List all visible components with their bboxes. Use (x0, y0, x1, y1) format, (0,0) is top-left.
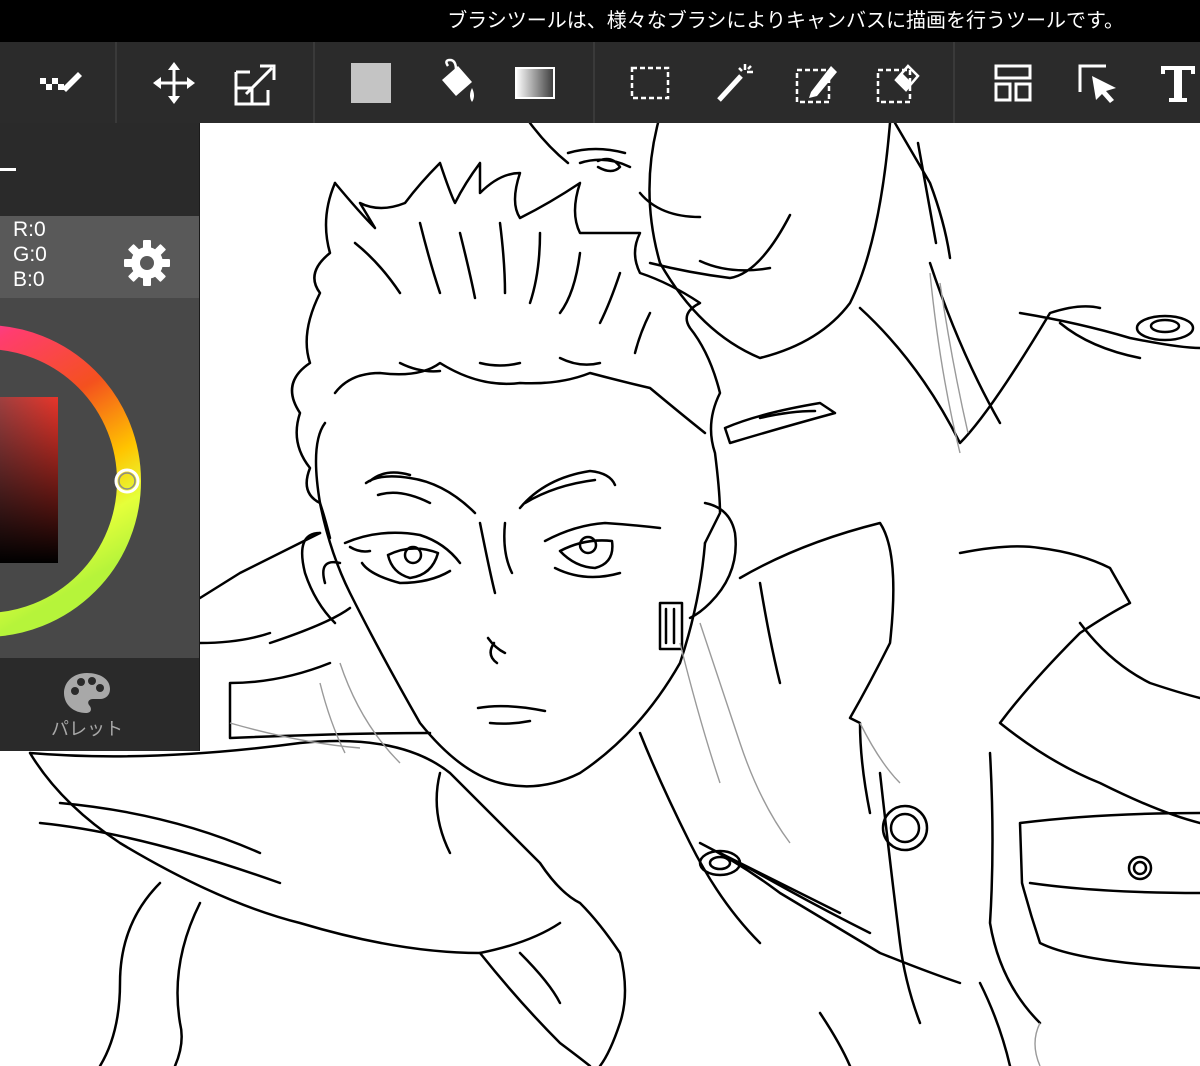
cursor-select-icon (1078, 64, 1116, 103)
tool-tip-text: ブラシツールは、様々なブラシによりキャンバスに描画を行うツールです。 (447, 8, 1124, 32)
select-eraser-tool-button[interactable] (869, 55, 925, 111)
magic-wand-tool-button[interactable] (706, 55, 762, 111)
toolbar-separator (313, 42, 315, 123)
palette-icon (64, 673, 110, 713)
text-tool-button[interactable] (1150, 55, 1200, 111)
palette-label: パレット (51, 719, 123, 740)
move-arrows-icon (153, 62, 195, 104)
select-pen-tool-button[interactable] (788, 55, 844, 111)
main-toolbar (0, 42, 1200, 123)
green-value: G:0 (13, 243, 47, 266)
text-t-icon (1161, 66, 1195, 102)
fill-color-swatch-button[interactable] (343, 55, 399, 111)
red-value: R:0 (13, 218, 46, 241)
gradient-tool-button[interactable] (507, 55, 563, 111)
frame-layout-icon (994, 64, 1032, 102)
marquee-select-icon (630, 66, 670, 100)
brush-stroke-icon (40, 72, 82, 92)
paint-bucket-icon (442, 58, 474, 102)
select-rect-tool-button[interactable] (622, 55, 678, 111)
color-panel-header (0, 123, 199, 216)
palette-tab[interactable]: パレット (0, 658, 199, 751)
rgb-readout: R:0 G:0 B:0 (0, 216, 199, 298)
panel-collapse-handle[interactable] (0, 168, 16, 171)
color-panel: R:0 G:0 B:0 パレット (0, 123, 200, 751)
gradient-icon (515, 67, 555, 99)
selection-eraser-icon (876, 64, 920, 104)
transform-tool-button[interactable] (227, 55, 283, 111)
color-swatch-icon (351, 63, 391, 103)
gear-icon[interactable] (122, 238, 172, 288)
blue-value: B:0 (13, 268, 45, 291)
toolbar-separator (953, 42, 955, 123)
selection-pen-icon (795, 66, 837, 104)
toolbar-separator (115, 42, 117, 123)
frame-divider-tool-button[interactable] (985, 55, 1041, 111)
transform-resize-icon (234, 64, 276, 106)
magic-wand-icon (717, 64, 753, 102)
operation-tool-button[interactable] (1069, 55, 1125, 111)
color-wheel-area[interactable] (0, 298, 199, 658)
bucket-tool-button[interactable] (427, 55, 483, 111)
color-wheel[interactable] (0, 298, 199, 658)
toolbar-separator (593, 42, 595, 123)
tooltip-bar: ブラシツールは、様々なブラシによりキャンバスに描画を行うツールです。 (0, 0, 1200, 42)
brush-tool-button[interactable] (31, 55, 87, 111)
move-tool-button[interactable] (146, 55, 202, 111)
